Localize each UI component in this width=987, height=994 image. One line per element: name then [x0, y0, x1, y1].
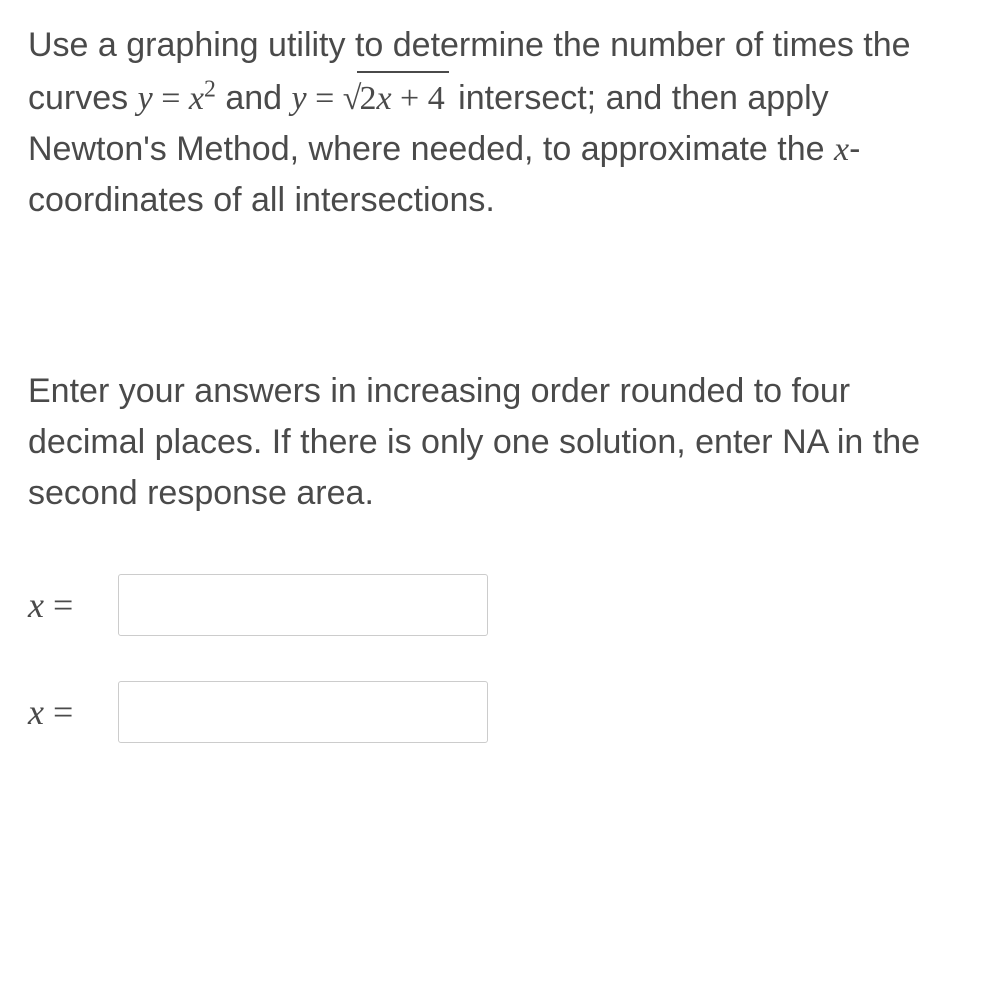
answer-label-2: x =: [28, 685, 98, 739]
equation-1: y = x2: [138, 80, 216, 117]
equation-2: y = √2x + 4: [292, 80, 449, 117]
answer-row-1: x =: [28, 574, 959, 636]
answer-input-1[interactable]: [118, 574, 488, 636]
sqrt-expression: √2x + 4: [343, 71, 449, 124]
answer-input-2[interactable]: [118, 681, 488, 743]
answer-row-2: x =: [28, 681, 959, 743]
x-variable: x: [834, 131, 849, 168]
conjunction: and: [216, 79, 292, 117]
answer-label-1: x =: [28, 578, 98, 632]
question-text: Use a graphing utility to determine the …: [28, 20, 959, 226]
instructions-text: Enter your answers in increasing order r…: [28, 366, 959, 519]
